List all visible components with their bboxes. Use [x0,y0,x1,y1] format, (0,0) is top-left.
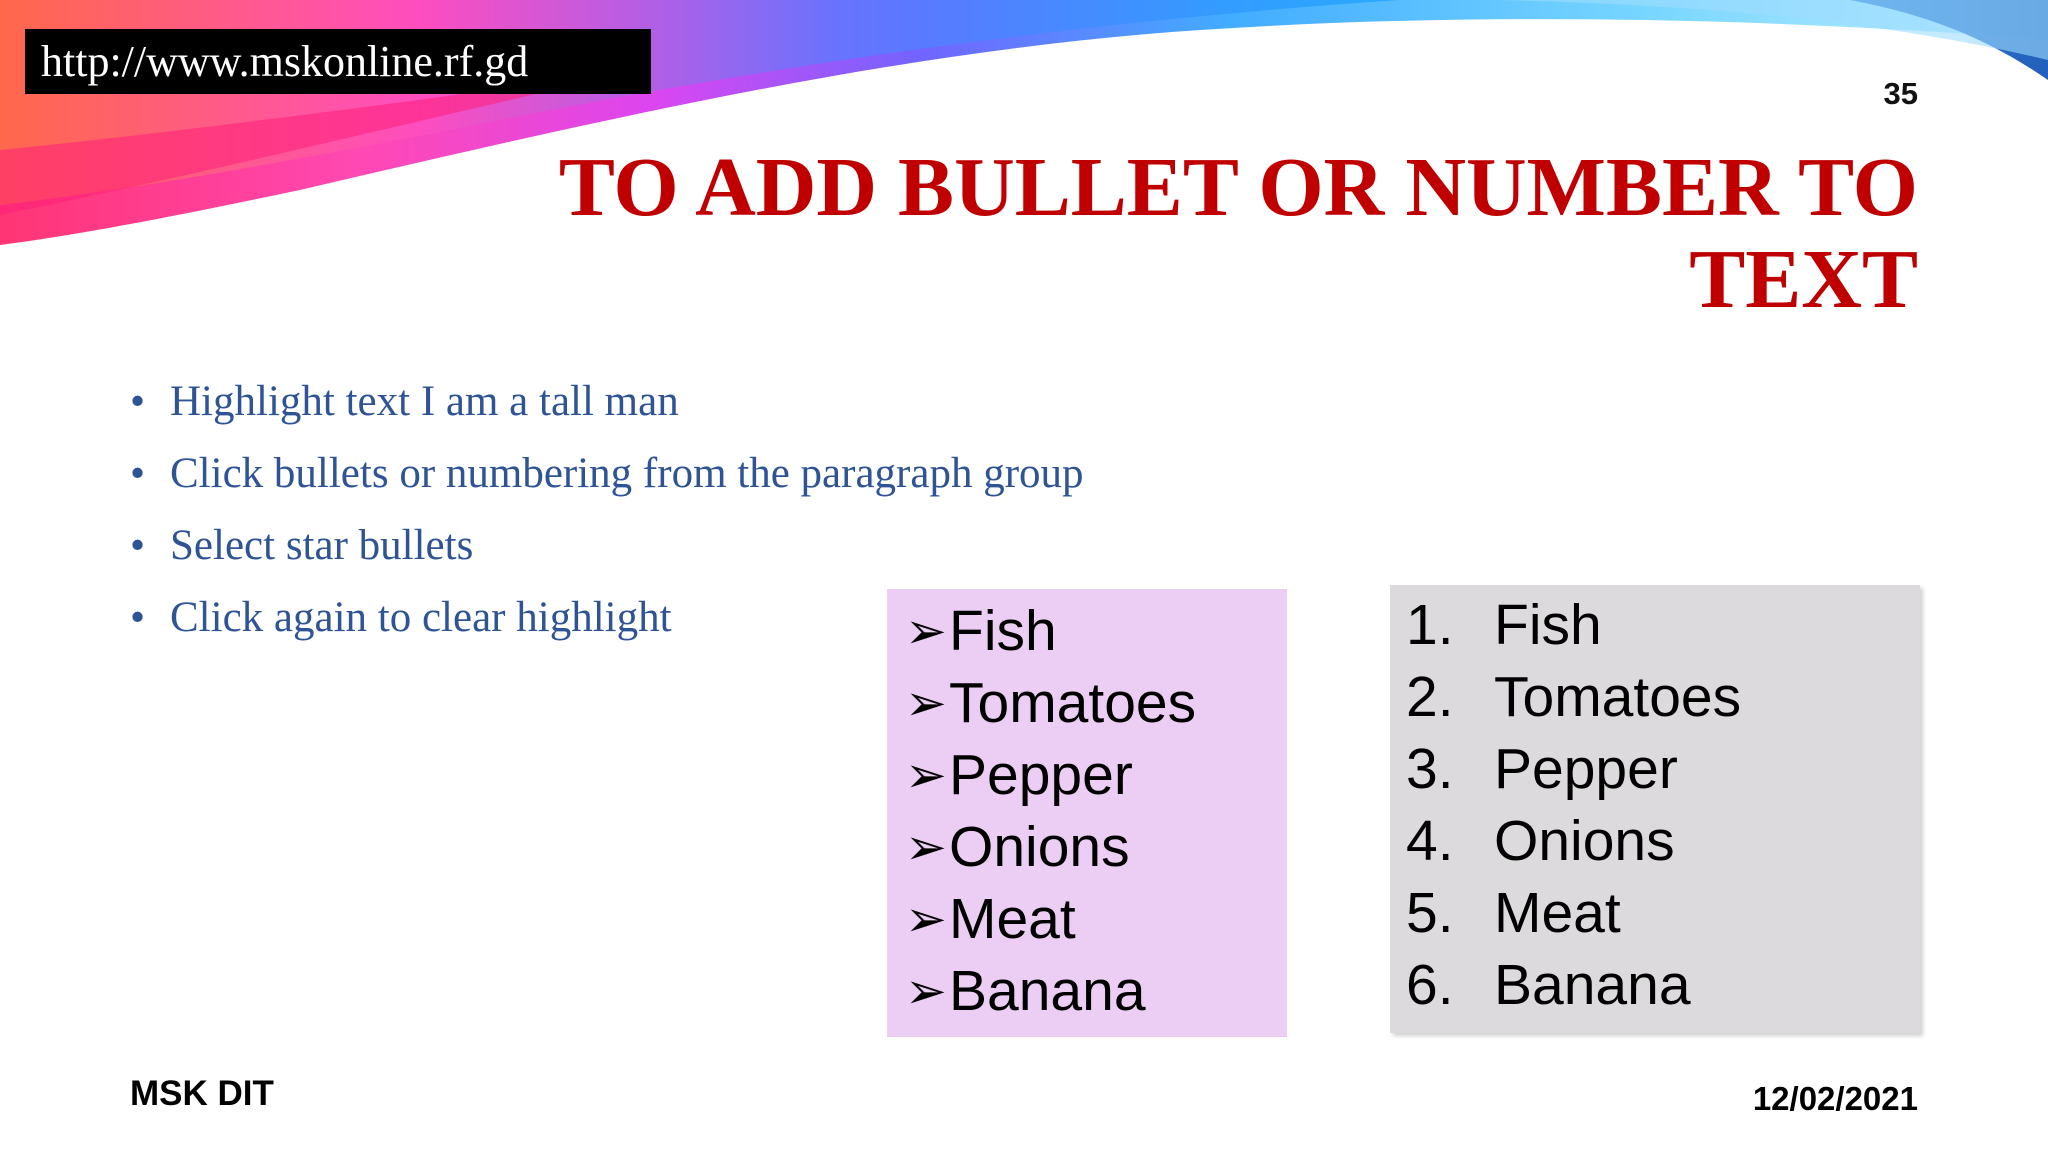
bullet-dot-icon: • [130,522,146,569]
list-item-text: Banana [1494,953,1691,1017]
list-item-text: Tomatoes [949,671,1197,735]
slide: http://www.mskonline.rf.gd 35 TO ADD BUL… [0,0,2048,1152]
website-url-label: http://www.mskonline.rf.gd [25,29,651,94]
list-item: ➢Banana [905,955,1287,1027]
footer-date: 12/02/2021 [1752,1080,1918,1117]
arrow-bullet-icon: ➢ [905,675,947,731]
list-number: 4. [1406,809,1454,873]
arrow-bullet-list-box: ➢Fish ➢Tomatoes ➢Pepper ➢Onions ➢Meat ➢B… [887,589,1287,1037]
list-number: 2. [1406,665,1454,729]
slide-title-line-2: TEXT [1689,233,1918,326]
list-item: ➢Fish [905,595,1287,667]
instruction-item: • Select star bullets [130,510,1084,582]
list-item: 4. Onions [1406,805,1920,877]
list-item: 2. Tomatoes [1406,661,1920,733]
list-item-text: Onions [1494,809,1675,873]
instruction-text: Click again to clear highlight [170,594,672,641]
footer-author: MSK DIT [130,1074,274,1113]
list-item: ➢Tomatoes [905,667,1287,739]
arrow-bullet-icon: ➢ [905,819,947,875]
list-item-text: Meat [949,887,1076,951]
instruction-item: • Click bullets or numbering from the par… [130,438,1084,510]
list-item-text: Tomatoes [1494,665,1742,729]
list-number: 5. [1406,881,1454,945]
list-item-text: Meat [1494,881,1621,945]
list-item: 6. Banana [1406,949,1920,1021]
list-item: ➢Pepper [905,739,1287,811]
bullet-dot-icon: • [130,378,146,425]
list-item: ➢Meat [905,883,1287,955]
list-item: ➢Onions [905,811,1287,883]
list-item-text: Onions [949,815,1130,879]
list-item-text: Fish [1494,593,1602,657]
arrow-bullet-icon: ➢ [905,603,947,659]
list-item-text: Pepper [1494,737,1678,801]
bullet-dot-icon: • [130,450,146,497]
list-item-text: Banana [949,959,1146,1023]
instruction-text: Click bullets or numbering from the para… [170,450,1084,497]
slide-title: TO ADD BULLET OR NUMBER TO TEXT [318,142,1918,326]
list-item: 5. Meat [1406,877,1920,949]
list-item: 1. Fish [1406,589,1920,661]
arrow-bullet-icon: ➢ [905,963,947,1019]
slide-number: 35 [1883,76,1918,111]
instruction-text: Highlight text I am a tall man [170,378,679,425]
slide-title-line-1: TO ADD BULLET OR NUMBER TO [558,141,1918,234]
list-number: 3. [1406,737,1454,801]
bullet-dot-icon: • [130,594,146,641]
numbered-list-box: 1. Fish 2. Tomatoes 3. Pepper 4. Onions 5. Me… [1390,585,1920,1033]
instruction-text: Select star bullets [170,522,474,569]
list-number: 6. [1406,953,1454,1017]
list-item-text: Fish [949,599,1057,663]
arrow-bullet-icon: ➢ [905,747,947,803]
list-item-text: Pepper [949,743,1133,807]
arrow-bullet-icon: ➢ [905,891,947,947]
instruction-item: • Highlight text I am a tall man [130,366,1084,438]
list-number: 1. [1406,593,1454,657]
list-item: 3. Pepper [1406,733,1920,805]
